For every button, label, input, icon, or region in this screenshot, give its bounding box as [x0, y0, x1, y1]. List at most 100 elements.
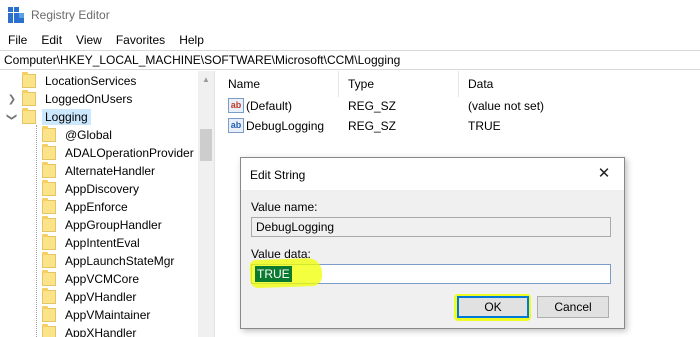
tree-item-label: LoggedOnUsers — [45, 92, 133, 106]
scroll-up-arrow-icon[interactable]: ▲ — [198, 71, 214, 87]
value-type: REG_SZ — [348, 119, 397, 133]
address-path[interactable]: Computer\HKEY_LOCAL_MACHINE\SOFTWARE\Mic… — [4, 53, 400, 67]
folder-open-icon — [22, 108, 36, 124]
address-bar[interactable]: Computer\HKEY_LOCAL_MACHINE\SOFTWARE\Mic… — [0, 50, 700, 70]
folder-icon — [22, 90, 36, 106]
tree-item-appintenteval[interactable]: AppIntentEval — [26, 234, 143, 252]
tree-item-logging[interactable]: ❯ Logging — [6, 108, 91, 126]
selected-value-text: TRUE — [255, 266, 292, 282]
folder-icon — [42, 162, 56, 178]
menu-favorites[interactable]: Favorites — [116, 33, 165, 47]
scroll-thumb[interactable] — [200, 129, 212, 161]
dialog-title-bar[interactable]: Edit String ✕ — [241, 158, 624, 190]
list-header: Name Type Data — [222, 71, 700, 97]
value-type: REG_SZ — [348, 99, 397, 113]
tree-item-label: AppVHandler — [65, 290, 137, 304]
dialog-title: Edit String — [250, 168, 306, 182]
tree-item-appvmaintainer[interactable]: AppVMaintainer — [26, 306, 153, 324]
menu-help[interactable]: Help — [179, 33, 204, 47]
tree-item-label: AppGroupHandler — [65, 218, 162, 232]
tree-item-label: AlternateHandler — [65, 164, 156, 178]
tree-item-label: AppXHandler — [65, 326, 137, 337]
tree-item-adaloperationprovider[interactable]: ADALOperationProvider — [26, 144, 197, 162]
column-header-type[interactable]: Type — [348, 77, 374, 91]
tree-item-label: AppVMaintainer — [65, 308, 151, 322]
column-divider[interactable] — [458, 71, 459, 97]
menu-file[interactable]: File — [8, 33, 27, 47]
tree-item-appvcmcore[interactable]: AppVCMCore — [26, 270, 142, 288]
folder-icon — [42, 234, 56, 250]
column-divider[interactable] — [338, 71, 339, 97]
tree-item-label: AppLaunchStateMgr — [65, 254, 175, 268]
tree-item-label: @Global — [65, 128, 112, 142]
value-name: DebugLogging — [246, 119, 325, 133]
tree-item-appvhandler[interactable]: AppVHandler — [26, 288, 139, 306]
ok-button[interactable]: OK — [457, 296, 529, 318]
value-row-default[interactable]: ab (Default) REG_SZ (value not set) — [222, 97, 700, 115]
value-name-label: Value name: — [251, 200, 318, 214]
value-data-field[interactable]: TRUE — [249, 257, 611, 289]
column-header-name[interactable]: Name — [228, 77, 260, 91]
registry-editor-icon — [8, 7, 24, 23]
value-name-text: DebugLogging — [256, 220, 335, 234]
value-data: TRUE — [468, 119, 501, 133]
value-name: (Default) — [246, 99, 293, 113]
tree-item-label: ADALOperationProvider — [65, 146, 194, 160]
tree-item-label: AppIntentEval — [65, 236, 140, 250]
folder-icon — [42, 270, 56, 286]
chevron-right-icon[interactable]: ❯ — [6, 90, 18, 108]
value-data: (value not set) — [468, 99, 545, 113]
tree-item-label: AppDiscovery — [65, 182, 140, 196]
folder-icon — [42, 180, 56, 196]
window-title: Registry Editor — [31, 8, 110, 22]
close-icon[interactable]: ✕ — [594, 164, 614, 184]
tree-item-loggedonusers[interactable]: ❯ LoggedOnUsers — [6, 90, 135, 108]
tree-item-label: Logging — [42, 109, 91, 125]
folder-icon — [42, 144, 56, 160]
tree-item-appdiscovery[interactable]: AppDiscovery — [26, 180, 142, 198]
pane-splitter[interactable] — [214, 71, 222, 337]
folder-icon — [42, 216, 56, 232]
tree-item-label: AppVCMCore — [65, 272, 140, 286]
menu-edit[interactable]: Edit — [41, 33, 62, 47]
tree-item-appxhandler[interactable]: AppXHandler — [26, 324, 139, 337]
folder-icon — [42, 306, 56, 322]
menu-bar: File Edit View Favorites Help — [0, 30, 700, 50]
string-value-icon: ab — [228, 118, 244, 133]
tree-item-global[interactable]: @Global — [26, 126, 115, 144]
menu-view[interactable]: View — [76, 33, 102, 47]
folder-icon — [22, 72, 36, 88]
title-bar: Registry Editor — [0, 0, 700, 30]
tree-item-label: LocationServices — [45, 74, 137, 88]
tree-scrollbar[interactable]: ▲ — [198, 71, 214, 337]
edit-string-dialog: Edit String ✕ Value name: DebugLogging V… — [240, 157, 625, 329]
tree-item-appenforce[interactable]: AppEnforce — [26, 198, 131, 216]
column-header-data[interactable]: Data — [468, 77, 493, 91]
folder-icon — [42, 324, 56, 337]
tree-item-applaunchstatemgr[interactable]: AppLaunchStateMgr — [26, 252, 177, 270]
folder-icon — [42, 252, 56, 268]
cancel-button[interactable]: Cancel — [537, 296, 609, 318]
string-value-icon: ab — [228, 98, 244, 113]
folder-icon — [42, 288, 56, 304]
chevron-down-icon[interactable]: ❯ — [3, 111, 21, 123]
tree-item-alternatehandler[interactable]: AlternateHandler — [26, 162, 158, 180]
key-tree[interactable]: LocationServices ❯ LoggedOnUsers ❯ Loggi… — [0, 71, 214, 337]
tree-item-locationservices[interactable]: LocationServices — [6, 72, 139, 90]
tree-item-appgrouphandler[interactable]: AppGroupHandler — [26, 216, 165, 234]
value-row-debuglogging[interactable]: ab DebugLogging REG_SZ TRUE — [222, 117, 700, 135]
folder-icon — [42, 198, 56, 214]
